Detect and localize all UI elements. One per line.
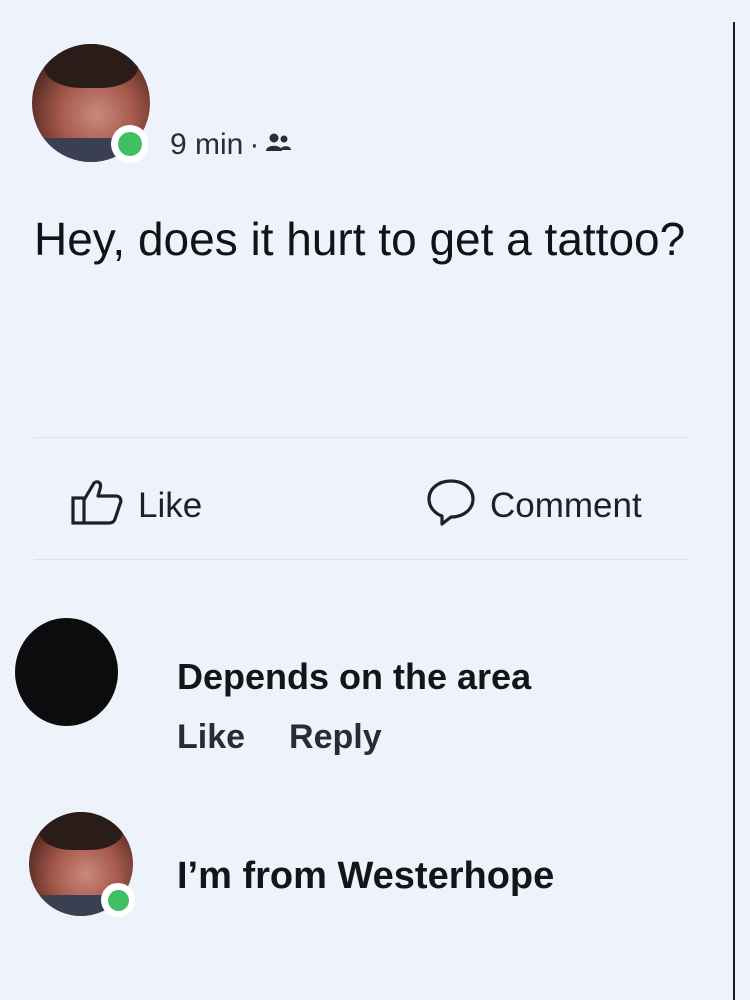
action-divider-top — [34, 437, 688, 438]
post-text: Hey, does it hurt to get a tattoo? — [34, 213, 686, 265]
commenter-avatar[interactable] — [15, 618, 118, 726]
reply-comment-text: I’m from Westerhope — [177, 855, 555, 897]
post-time[interactable]: 9 min — [170, 128, 243, 162]
comment-like-link[interactable]: Like — [177, 718, 245, 757]
comment-button[interactable]: Comment — [426, 478, 642, 532]
action-divider-bottom — [34, 559, 688, 560]
comment-text: Depends on the area — [177, 656, 532, 697]
online-status-badge — [111, 125, 149, 163]
like-label: Like — [138, 486, 203, 525]
speech-bubble-icon — [426, 477, 476, 536]
comment-label: Comment — [490, 486, 642, 525]
friends-icon — [265, 128, 293, 162]
like-button[interactable]: Like — [70, 478, 203, 535]
comment-reply-link[interactable]: Reply — [289, 718, 382, 757]
online-status-badge — [101, 883, 135, 917]
right-edge-rule — [733, 22, 735, 1000]
meta-separator: · — [249, 128, 260, 161]
post-meta: 9 min · — [170, 128, 293, 162]
avatar-hair — [43, 44, 139, 88]
comment-actions: Like Reply — [177, 718, 382, 757]
thumbs-up-icon — [70, 478, 124, 535]
avatar-hair — [39, 812, 123, 851]
